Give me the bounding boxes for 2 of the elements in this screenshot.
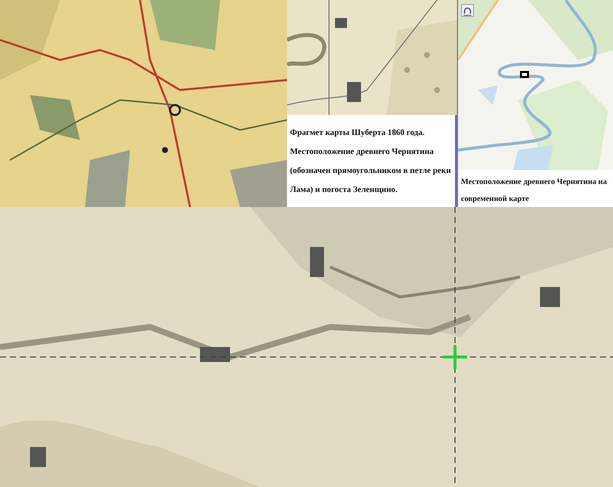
map-control-button[interactable] <box>461 4 474 17</box>
caption: Фрагмет карты Шуберта 1860 года. Местоположение древнего Чернятина (обозначен прямоугольником в петле реки Лама) и погоста Зеленщино. <box>289 127 452 196</box>
